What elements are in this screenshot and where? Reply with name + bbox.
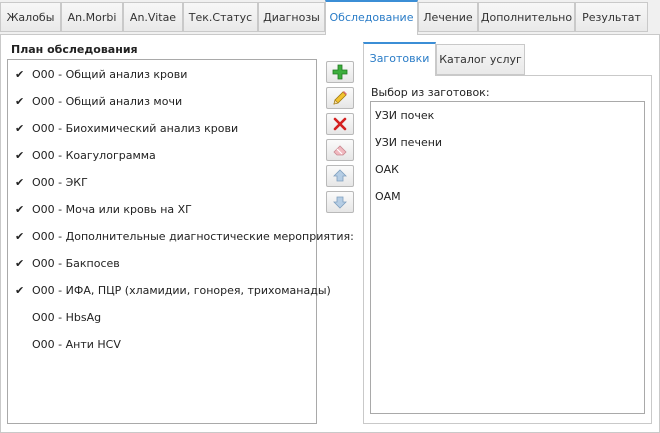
tab-service-catalog[interactable]: Каталог услуг: [436, 44, 525, 75]
plan-list-item[interactable]: ✔ O00 - Общий анализ крови: [8, 65, 316, 85]
arrow-up-icon: [333, 169, 347, 182]
check-icon: ✔: [15, 95, 25, 108]
check-icon: ✔: [15, 149, 25, 162]
plan-list-item[interactable]: O00 - HbsAg: [8, 308, 316, 328]
plan-list-item[interactable]: ✔ O00 - Моча или кровь на ХГ: [8, 200, 316, 220]
tab-label: Обследование: [329, 11, 414, 24]
plan-title: План обследования: [11, 43, 138, 56]
tab-examination[interactable]: Обследование: [325, 0, 418, 35]
move-up-button[interactable]: [326, 165, 354, 187]
delete-button[interactable]: [326, 113, 354, 135]
preset-list-item[interactable]: УЗИ печени: [375, 133, 442, 153]
tab-bar: Жалобы An.Morbi An.Vitae Тек.Статус Диаг…: [0, 0, 660, 35]
tab-an-vitae[interactable]: An.Vitae: [123, 2, 183, 32]
tab-an-morbi[interactable]: An.Morbi: [61, 2, 123, 32]
plan-item-text: O00 - HbsAg: [32, 311, 102, 324]
clear-button[interactable]: [326, 139, 354, 161]
plan-item-text: O00 - Бакпосев: [32, 257, 120, 270]
plan-item-text: O00 - Анти HCV: [32, 338, 121, 351]
eraser-icon: [333, 145, 347, 156]
plan-item-text: O00 - Биохимический анализ крови: [32, 122, 239, 135]
tab-label: Жалобы: [6, 11, 55, 24]
plan-list-item[interactable]: ✔ O00 - Общий анализ мочи: [8, 92, 316, 112]
tab-label: Диагнозы: [263, 11, 320, 24]
arrow-down-icon: [333, 196, 347, 209]
plan-list-item[interactable]: ✔ O00 - Бакпосев: [8, 254, 316, 274]
plan-item-text: O00 - Дополнительные диагностические мер…: [32, 230, 354, 243]
preset-list-item[interactable]: ОАМ: [375, 187, 401, 207]
tab-label: Дополнительно: [480, 11, 573, 24]
tab-label: An.Morbi: [67, 11, 117, 24]
check-icon: ✔: [15, 203, 25, 216]
tab-current-status[interactable]: Тек.Статус: [183, 2, 258, 32]
plan-item-text: O00 - Общий анализ мочи: [32, 95, 183, 108]
plan-list-item[interactable]: ✔ O00 - ИФА, ПЦР (хламидии, гонорея, трих…: [8, 281, 331, 301]
tab-result[interactable]: Результат: [575, 2, 648, 32]
plan-item-text: O00 - ИФА, ПЦР (хламидии, гонорея, трихо…: [32, 284, 331, 297]
cross-icon: [333, 117, 347, 131]
tab-label: Лечение: [423, 11, 473, 24]
check-icon: ✔: [15, 122, 25, 135]
presets-label: Выбор из заготовок:: [371, 86, 490, 99]
tab-label: Каталог услуг: [439, 53, 522, 66]
edit-button[interactable]: [326, 87, 354, 109]
plan-item-text: O00 - Общий анализ крови: [32, 68, 188, 81]
plan-list-item[interactable]: ✔ O00 - ЭКГ: [8, 173, 316, 193]
check-icon: ✔: [15, 284, 25, 297]
plan-list-item[interactable]: ✔ O00 - Коагулограмма: [8, 146, 316, 166]
tab-label: Заготовки: [369, 52, 430, 65]
plan-list-item[interactable]: ✔ O00 - Биохимический анализ крови: [8, 119, 316, 139]
preset-list-item[interactable]: УЗИ почек: [375, 106, 434, 126]
plan-item-text: O00 - Коагулограмма: [32, 149, 156, 162]
pencil-icon: [333, 91, 347, 105]
tab-additional[interactable]: Дополнительно: [478, 2, 575, 32]
check-icon: ✔: [15, 68, 25, 81]
tab-complaints[interactable]: Жалобы: [0, 2, 61, 32]
tab-label: Результат: [582, 11, 641, 24]
plan-list-item[interactable]: ✔ O00 - Дополнительные диагностические ме…: [8, 227, 354, 247]
tab-diagnoses[interactable]: Диагнозы: [258, 2, 325, 32]
check-icon: ✔: [15, 230, 25, 243]
plan-item-text: O00 - ЭКГ: [32, 176, 88, 189]
move-down-button[interactable]: [326, 191, 354, 213]
add-button[interactable]: [326, 61, 354, 83]
plus-icon: [332, 64, 348, 80]
tab-label: An.Vitae: [129, 11, 177, 24]
plan-item-text: O00 - Моча или кровь на ХГ: [32, 203, 192, 216]
tab-treatment[interactable]: Лечение: [418, 2, 478, 32]
check-icon: ✔: [15, 176, 25, 189]
tab-label: Тек.Статус: [188, 11, 253, 24]
tab-presets[interactable]: Заготовки: [363, 42, 436, 76]
check-icon: ✔: [15, 257, 25, 270]
preset-list-item[interactable]: ОАК: [375, 160, 399, 180]
plan-list[interactable]: ✔ O00 - Общий анализ крови ✔ O00 - Общий а…: [7, 59, 354, 424]
plan-list-item[interactable]: O00 - Анти HCV: [8, 335, 316, 355]
presets-list[interactable]: УЗИ почек УЗИ печени ОАК ОАМ: [370, 101, 645, 414]
